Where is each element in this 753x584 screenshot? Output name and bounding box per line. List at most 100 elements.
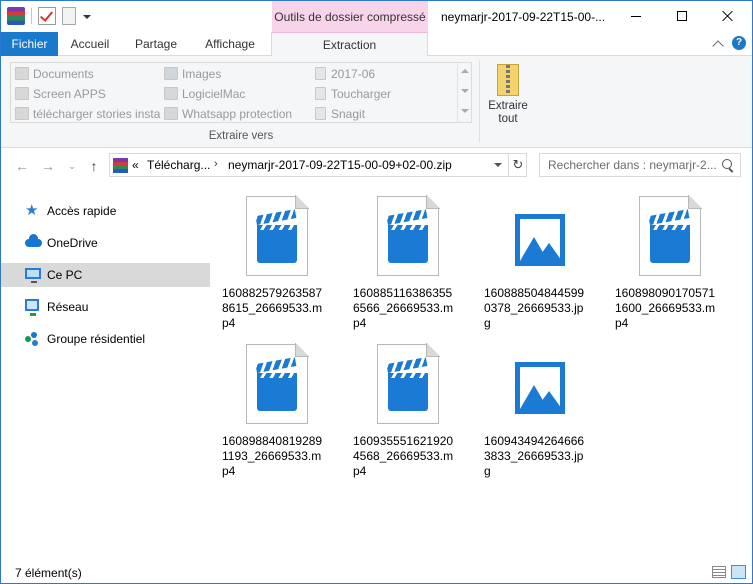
gallery-item-label: 2017-06 bbox=[331, 67, 376, 81]
video-file-icon bbox=[246, 343, 309, 424]
gallery-item-snagit[interactable]: Snagit bbox=[311, 105, 365, 123]
sidebar-item-acces-rapide[interactable]: ★ Accès rapide bbox=[1, 199, 210, 223]
file-name: 160882579263587 8615_26669533.m p4 bbox=[222, 286, 323, 330]
sidebar-item-label: OneDrive bbox=[47, 236, 98, 250]
folder-icon bbox=[164, 87, 178, 100]
gallery-item-label: Images bbox=[182, 67, 222, 81]
gallery-item-logicielmac[interactable]: LogicielMac bbox=[162, 85, 245, 103]
breadcrumb-zip[interactable]: neymarjr-2017-09-22T15-00-09+02-00.zip bbox=[228, 158, 452, 172]
breadcrumb-telechargements[interactable]: Télécharg... bbox=[147, 158, 210, 172]
breadcrumb-separator[interactable]: › bbox=[214, 158, 218, 170]
forward-button[interactable]: → bbox=[39, 157, 57, 175]
large-icons-view-icon[interactable] bbox=[731, 565, 746, 579]
gallery-item-screen-apps[interactable]: Screen APPS bbox=[13, 85, 106, 103]
gallery-item-label: Screen APPS bbox=[33, 87, 106, 101]
sidebar-item-onedrive[interactable]: OneDrive bbox=[1, 231, 210, 255]
gallery-item-label: Toucharger bbox=[331, 87, 392, 101]
divider bbox=[479, 60, 480, 142]
minimize-icon bbox=[631, 15, 641, 17]
tab-accueil[interactable]: Accueil bbox=[58, 32, 122, 56]
minimize-button[interactable] bbox=[613, 1, 659, 31]
file-item[interactable]: 160885116386355 6566_26669533.m p4 bbox=[343, 195, 455, 336]
tab-affichage[interactable]: Affichage bbox=[190, 32, 270, 56]
gallery-scrollbar[interactable] bbox=[457, 63, 471, 122]
up-button[interactable]: ↑ bbox=[85, 157, 103, 175]
gallery-item-2017-06[interactable]: 2017-06 bbox=[311, 65, 375, 83]
extract-all-label-line2: tout bbox=[498, 113, 518, 125]
scroll-up-icon[interactable] bbox=[461, 69, 469, 73]
sidebar-item-groupe-residentiel[interactable]: Groupe résidentiel bbox=[1, 327, 210, 351]
recent-locations-dropdown[interactable]: ⌄ bbox=[63, 157, 81, 175]
tab-partage[interactable]: Partage bbox=[122, 32, 190, 56]
file-name: 160885116386355 6566_26669533.m p4 bbox=[353, 286, 454, 330]
window-title: neymarjr-2017-09-22T15-00-... bbox=[441, 10, 606, 24]
folder-icon bbox=[164, 107, 178, 120]
sidebar-item-label: Ce PC bbox=[47, 268, 83, 282]
winrar-icon[interactable] bbox=[7, 7, 25, 25]
folder-icon bbox=[15, 107, 29, 120]
customize-qat-dropdown[interactable] bbox=[82, 7, 92, 25]
address-bar[interactable]: « Télécharg... › neymarjr-2017-09-22T15-… bbox=[109, 153, 527, 177]
extract-all-button[interactable]: Extraire tout bbox=[484, 62, 532, 132]
cloud-icon bbox=[25, 234, 42, 247]
gallery-item-telecharger-stories[interactable]: télécharger stories insta bbox=[13, 105, 160, 123]
file-item[interactable]: 160898090170571 1600_26669533.m p4 bbox=[605, 195, 717, 336]
file-name: 160943494264666 3833_26669533.jp g bbox=[484, 434, 585, 478]
item-count: 7 élément(s) bbox=[15, 566, 82, 580]
scroll-down-icon[interactable] bbox=[461, 89, 469, 93]
file-name: 160898090170571 1600_26669533.m p4 bbox=[615, 286, 716, 330]
gallery-item-label: LogicielMac bbox=[182, 87, 246, 101]
page-icon bbox=[315, 107, 326, 120]
details-view-icon[interactable] bbox=[712, 566, 726, 578]
file-item[interactable]: 160898840819289 1193_26669533.m p4 bbox=[212, 343, 324, 484]
search-placeholder: Rechercher dans : neymarjr-2... bbox=[548, 158, 717, 172]
status-bar: 7 élément(s) bbox=[1, 561, 752, 583]
file-item[interactable]: 160943494264666 3833_26669533.jp g bbox=[474, 344, 586, 484]
file-item[interactable]: 160935551621920 4568_26669533.m p4 bbox=[343, 343, 455, 484]
homegroup-icon bbox=[25, 332, 40, 346]
close-button[interactable] bbox=[705, 1, 751, 31]
gallery-item-label: Snagit bbox=[331, 107, 366, 121]
file-name: 160935551621920 4568_26669533.m p4 bbox=[353, 434, 454, 478]
star-icon: ★ bbox=[25, 202, 39, 219]
gallery-item-toucharger[interactable]: Toucharger bbox=[311, 85, 391, 103]
sidebar-item-label: Groupe résidentiel bbox=[47, 332, 146, 346]
refresh-button[interactable]: ↻ bbox=[508, 154, 527, 176]
breadcrumb-overflow[interactable]: « bbox=[132, 158, 139, 172]
collapse-ribbon-icon[interactable] bbox=[712, 39, 724, 52]
expand-gallery-icon[interactable] bbox=[461, 109, 469, 113]
tab-fichier[interactable]: Fichier bbox=[1, 32, 58, 56]
gallery-item-whatsapp-protection[interactable]: Whatsapp protection bbox=[162, 105, 292, 123]
gallery-item-label: télécharger stories insta bbox=[33, 107, 161, 121]
gallery-item-documents[interactable]: Documents bbox=[13, 65, 94, 83]
address-dropdown[interactable] bbox=[494, 163, 502, 167]
sidebar-item-label: Accès rapide bbox=[47, 204, 117, 218]
file-item[interactable]: 160882579263587 8615_26669533.m p4 bbox=[212, 195, 324, 336]
search-icon bbox=[722, 159, 732, 169]
sidebar-item-ce-pc[interactable]: Ce PC bbox=[1, 263, 210, 287]
tab-extraction[interactable]: Extraction bbox=[271, 32, 428, 57]
image-file-icon bbox=[508, 344, 570, 424]
zip-folder-icon bbox=[497, 64, 519, 96]
sidebar-item-reseau[interactable]: Réseau bbox=[1, 295, 210, 319]
file-list: 160882579263587 8615_26669533.m p4 16088… bbox=[212, 186, 752, 561]
maximize-button[interactable] bbox=[659, 1, 705, 31]
search-input[interactable]: Rechercher dans : neymarjr-2... bbox=[539, 153, 741, 177]
ribbon-controls: ? bbox=[712, 36, 746, 52]
gallery-item-label: Whatsapp protection bbox=[182, 107, 293, 121]
close-icon bbox=[722, 10, 734, 22]
file-name: 160898840819289 1193_26669533.m p4 bbox=[222, 434, 323, 478]
properties-icon[interactable] bbox=[38, 7, 56, 25]
page-icon bbox=[315, 87, 326, 100]
pictures-folder-icon bbox=[164, 67, 178, 80]
gallery-item-images[interactable]: Images bbox=[162, 65, 221, 83]
folder-icon bbox=[15, 67, 29, 80]
file-item[interactable]: 160888504844599 0378_26669533.jp g bbox=[474, 196, 586, 336]
new-folder-icon[interactable] bbox=[62, 7, 76, 25]
video-file-icon bbox=[377, 195, 440, 276]
help-icon[interactable]: ? bbox=[732, 36, 746, 50]
image-file-icon bbox=[508, 196, 570, 276]
quick-access-toolbar bbox=[7, 7, 92, 25]
video-file-icon bbox=[246, 195, 309, 276]
back-button[interactable]: ← bbox=[13, 157, 31, 175]
